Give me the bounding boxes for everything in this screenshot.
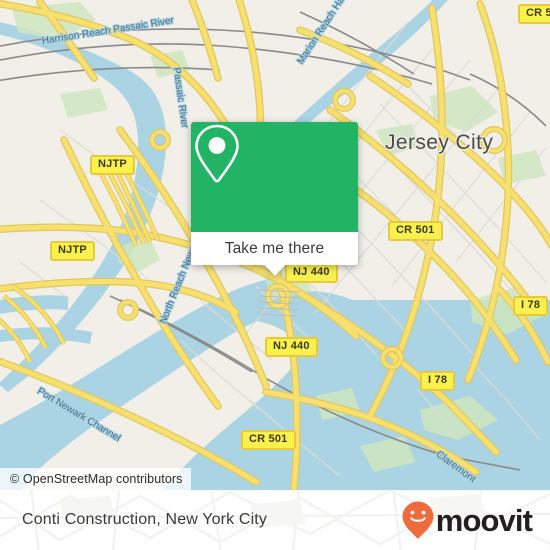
popup-pin-area bbox=[191, 122, 358, 232]
highway-shield[interactable]: NJ 440 bbox=[285, 263, 338, 283]
location-pin-icon bbox=[195, 124, 239, 183]
moovit-wordmark: moovit bbox=[435, 502, 533, 538]
popup-action-bar[interactable]: Take me there bbox=[191, 232, 358, 265]
footer-bar: Conti Construction, New York City moovit bbox=[0, 490, 550, 550]
highway-shield[interactable]: CR 501 bbox=[518, 4, 550, 24]
osm-attribution[interactable]: © OpenStreetMap contributors bbox=[0, 468, 191, 490]
moovit-logo: moovit bbox=[401, 490, 533, 550]
highway-shield[interactable]: NJTP bbox=[90, 155, 135, 175]
highway-shield[interactable]: CR 501 bbox=[241, 430, 296, 450]
take-me-there-popup[interactable]: Take me there bbox=[191, 122, 358, 276]
screenshot-root: Harrison Reach Passaic River Passaic Riv… bbox=[0, 0, 550, 550]
take-me-there-label: Take me there bbox=[224, 239, 325, 257]
popup-tail bbox=[263, 264, 286, 276]
map-canvas[interactable]: Harrison Reach Passaic River Passaic Riv… bbox=[0, 0, 550, 490]
highway-shield[interactable]: CR 501 bbox=[388, 221, 443, 241]
place-title: Conti Construction, New York City bbox=[22, 511, 268, 528]
highway-shield[interactable]: I 78 bbox=[420, 371, 456, 391]
highway-shield[interactable]: I 78 bbox=[513, 296, 549, 316]
highway-shield[interactable]: NJ 440 bbox=[265, 337, 318, 357]
highway-shield[interactable]: NJTP bbox=[50, 241, 95, 261]
moovit-smiley-pin-icon bbox=[402, 501, 434, 539]
